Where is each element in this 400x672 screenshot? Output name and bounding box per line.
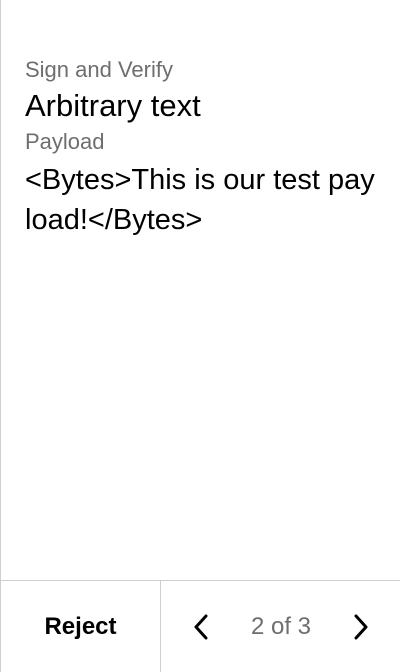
review-content: Sign and Verify Arbitrary text Payload <… (25, 56, 377, 240)
page-indicator: 2 of 3 (250, 612, 312, 640)
reject-button[interactable]: Reject (1, 581, 161, 672)
payload-label: Payload (25, 129, 105, 154)
section-label: Sign and Verify (25, 57, 173, 82)
footer-bar: Reject 2 of 3 (1, 580, 400, 672)
device-screen: Sign and Verify Arbitrary text Payload <… (0, 0, 400, 672)
chevron-right-icon[interactable] (349, 611, 373, 643)
review-title: Arbitrary text (25, 88, 201, 123)
chevron-left-icon[interactable] (189, 611, 213, 643)
pagination: 2 of 3 (161, 581, 400, 672)
payload-value: <Bytes>This is our test payload!</Bytes> (25, 164, 375, 236)
